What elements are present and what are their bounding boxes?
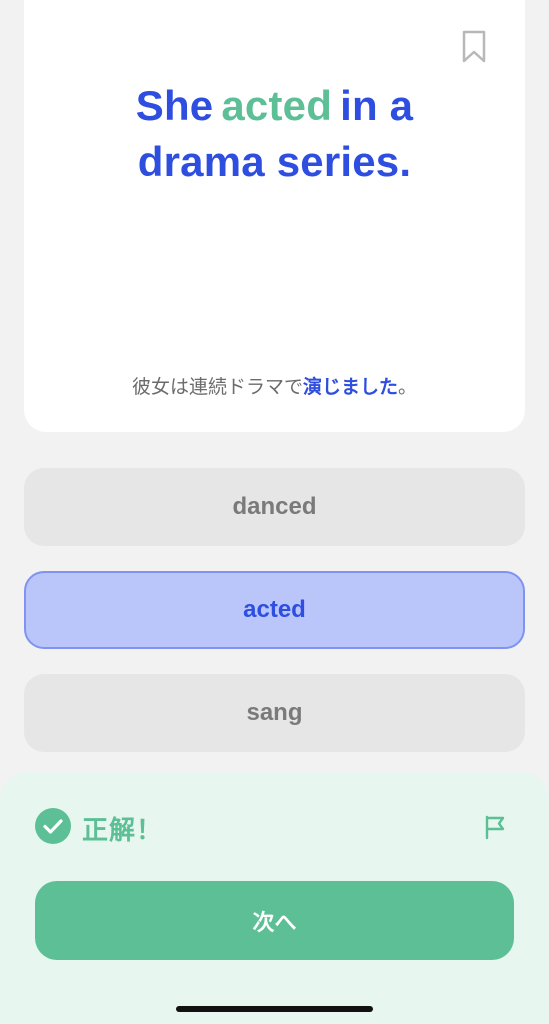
translation-text: 彼女は連続ドラマで xyxy=(131,376,303,398)
next-button[interactable]: 次へ xyxy=(35,881,514,960)
home-indicator xyxy=(176,1006,373,1012)
sentence-card: She acted in a drama series. 彼女は連続ドラマで演じまし… xyxy=(24,0,525,432)
flag-icon[interactable] xyxy=(483,814,509,840)
check-circle-icon xyxy=(35,808,71,844)
answer-option-acted[interactable]: acted xyxy=(24,571,525,649)
japanese-translation: 彼女は連続ドラマで演じました。 xyxy=(24,372,525,399)
result-text: 正解！ xyxy=(82,816,164,846)
option-label: acted xyxy=(243,596,306,623)
option-label: sang xyxy=(246,699,303,726)
answer-option-danced[interactable]: danced xyxy=(24,468,525,546)
answer-option-sang[interactable]: sang xyxy=(24,674,525,752)
translation-highlight: 演じました xyxy=(302,376,398,398)
translation-text: 。 xyxy=(398,376,418,398)
option-label: danced xyxy=(232,493,317,520)
feedback-panel: 正解！ 次へ xyxy=(0,772,549,1024)
sentence-word: in a xyxy=(340,82,414,129)
sentence-word: She xyxy=(135,82,214,129)
bookmark-icon[interactable] xyxy=(461,30,487,64)
english-sentence: She acted in a drama series. xyxy=(24,78,525,190)
sentence-word: drama series. xyxy=(137,138,412,185)
sentence-target-word: acted xyxy=(221,82,333,129)
